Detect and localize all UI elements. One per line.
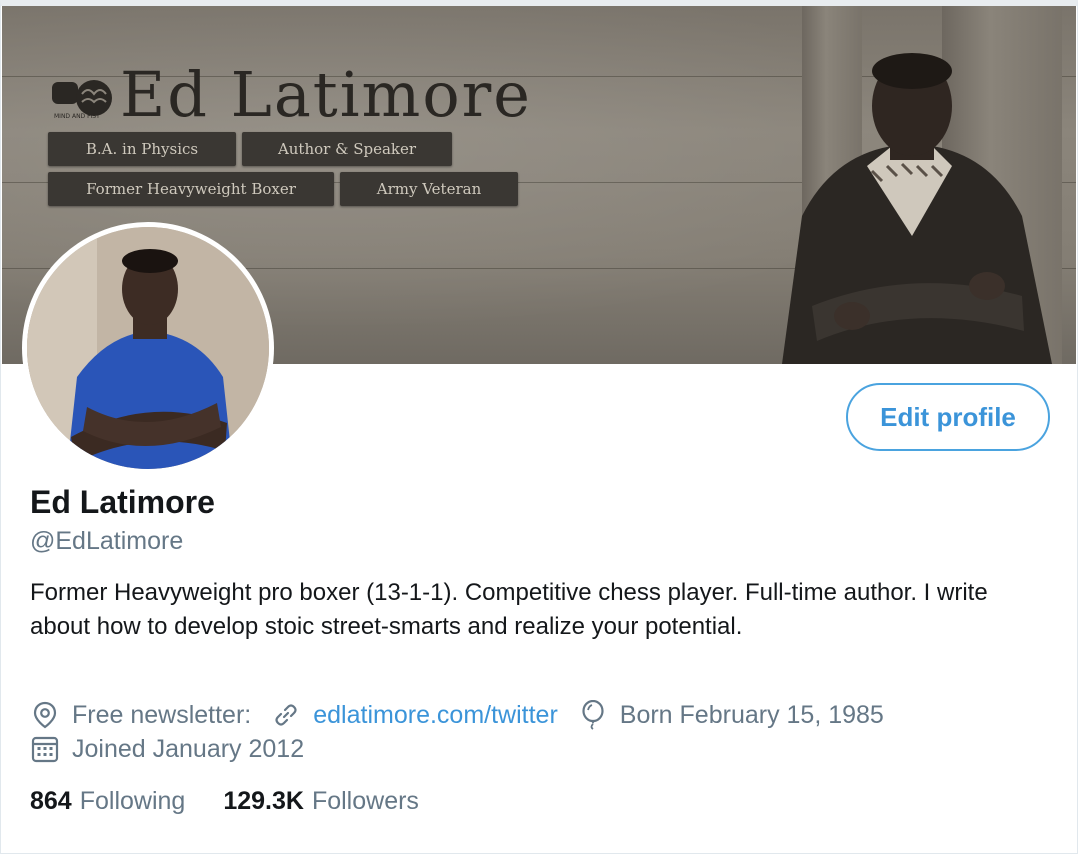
user-handle: @EdLatimore <box>30 527 184 555</box>
followers-link[interactable]: 129.3K Followers <box>223 786 419 816</box>
banner-tag-boxer: Former Heavyweight Boxer <box>48 172 334 206</box>
website-link[interactable]: edlatimore.com/twitter <box>313 700 558 730</box>
edit-profile-button[interactable]: Edit profile <box>846 383 1050 451</box>
following-link[interactable]: 864 Following <box>30 786 185 816</box>
profile-birthday: Born February 15, 1985 <box>578 700 884 730</box>
banner-tag-author: Author & Speaker <box>242 132 452 166</box>
profile-meta-row: Free newsletter: edlatimore.com/twitter … <box>30 700 904 730</box>
profile-bio: Former Heavyweight pro boxer (13-1-1). C… <box>30 579 988 640</box>
calendar-icon <box>30 734 60 764</box>
banner-title: Ed Latimore <box>120 58 532 131</box>
banner-portrait <box>782 53 1052 364</box>
banner-tag-veteran: Army Veteran <box>340 172 518 206</box>
banner-tag-physics: B.A. in Physics <box>48 132 236 166</box>
profile-website[interactable]: edlatimore.com/twitter <box>271 700 558 730</box>
location-text: Free newsletter: <box>72 701 252 729</box>
balloon-icon <box>578 700 608 730</box>
svg-text:MIND AND FIST: MIND AND FIST <box>54 113 100 120</box>
birthday-text: Born February 15, 1985 <box>619 701 884 729</box>
joined-text: Joined January 2012 <box>72 735 305 763</box>
avatar-photo <box>27 227 269 469</box>
profile-location: Free newsletter: <box>30 700 251 730</box>
location-pin-icon <box>30 700 60 730</box>
following-count: 864 <box>30 787 72 815</box>
mind-and-fist-logo: MIND AND FIST <box>52 80 112 120</box>
following-label: Following <box>79 787 186 815</box>
display-name: Ed Latimore <box>30 484 215 520</box>
profile-avatar[interactable] <box>22 222 274 474</box>
link-icon <box>271 700 301 730</box>
follow-stats: 864 Following 129.3K Followers <box>30 786 457 816</box>
followers-count: 129.3K <box>223 787 304 815</box>
followers-label: Followers <box>311 787 419 815</box>
profile-meta-row-joined: Joined January 2012 <box>30 734 324 764</box>
profile-joined: Joined January 2012 <box>30 734 304 764</box>
